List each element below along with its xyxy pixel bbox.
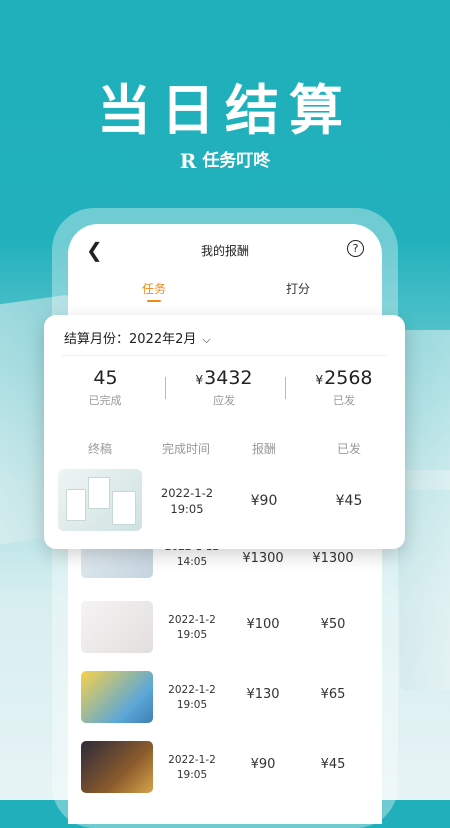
stat-paid: ¥2568 已发: [289, 367, 399, 408]
stat-label: 已发: [333, 394, 355, 407]
header-finish-time: 完成时间: [161, 442, 210, 456]
row-paid: ¥1300: [312, 551, 354, 566]
month-value: 2022年2月: [129, 332, 197, 347]
row-date: 2022-1-2: [160, 486, 214, 500]
stat-currency: ¥: [195, 373, 204, 387]
divider: [62, 355, 387, 356]
settlement-summary-card: 结算月份：2022年2月 ⌵ 45 已完成 ¥3432 应发 ¥2568 已发 终…: [44, 315, 405, 549]
brand: R 任务叮咚: [0, 146, 450, 173]
row-time: 19:05: [176, 699, 208, 711]
header-final-draft: 终稿: [87, 442, 112, 456]
row-date: 2022-1-2: [168, 754, 216, 766]
row-pay: ¥100: [246, 617, 280, 632]
page-title: 我的报酬: [200, 244, 249, 258]
stat-label: 应发: [213, 394, 235, 407]
row-pay: ¥90: [250, 493, 278, 509]
artwork-thumbnail: [81, 671, 153, 723]
stat-currency: ¥: [315, 373, 324, 387]
row-paid: ¥45: [320, 757, 346, 772]
row-time: 19:05: [176, 629, 208, 641]
list-item[interactable]: 2022-1-2 19:05 ¥90 ¥45: [68, 741, 382, 811]
stat-separator: [285, 377, 286, 399]
tab-score[interactable]: 打分: [286, 280, 310, 297]
row-paid: ¥45: [335, 493, 363, 509]
brand-name: 任务叮咚: [202, 151, 271, 171]
chevron-down-icon: ⌵: [202, 333, 211, 346]
list-item[interactable]: 2022-1-2 19:05 ¥100 ¥50: [68, 601, 382, 671]
row-pay: ¥130: [246, 687, 280, 702]
row-time: 19:05: [176, 769, 208, 781]
row-pay: ¥1300: [242, 551, 284, 566]
row-time: 14:05: [176, 556, 208, 568]
decor-package-right-top: [400, 330, 450, 490]
artwork-thumbnail: [81, 601, 153, 653]
stat-value: 45: [93, 367, 118, 389]
stat-value: 2568: [324, 367, 373, 389]
row-paid: ¥50: [320, 617, 346, 632]
month-label: 结算月份：: [64, 332, 130, 347]
tab-task[interactable]: 任务: [142, 280, 166, 297]
artwork-thumbnail: [81, 741, 153, 793]
brand-logo-icon: R: [179, 149, 197, 173]
question-circle-icon[interactable]: ?: [347, 240, 364, 257]
row-pay: ¥90: [250, 757, 276, 772]
stat-label: 已完成: [88, 394, 122, 407]
month-selector[interactable]: 结算月份：2022年2月 ⌵: [64, 328, 211, 347]
row-date: 2022-1-2: [168, 684, 216, 696]
stat-completed: 45 已完成: [50, 367, 160, 408]
decor-package-right-bottom: [400, 470, 450, 690]
row-time: 19:05: [170, 502, 204, 516]
stat-payable: ¥3432 应发: [169, 367, 279, 408]
active-tab-indicator: [147, 300, 161, 302]
artwork-thumbnail[interactable]: [58, 469, 142, 531]
header-reward: 报酬: [251, 442, 276, 456]
header-paid: 已发: [336, 442, 361, 456]
list-item[interactable]: 2022-1-2 19:05 ¥130 ¥65: [68, 671, 382, 741]
stat-value: 3432: [204, 367, 253, 389]
row-paid: ¥65: [320, 687, 346, 702]
nav-bar: ❮ 我的报酬 ?: [68, 224, 382, 274]
row-date: 2022-1-2: [168, 614, 216, 626]
hero-title: 当日结算: [97, 79, 353, 142]
stat-separator: [165, 377, 166, 399]
